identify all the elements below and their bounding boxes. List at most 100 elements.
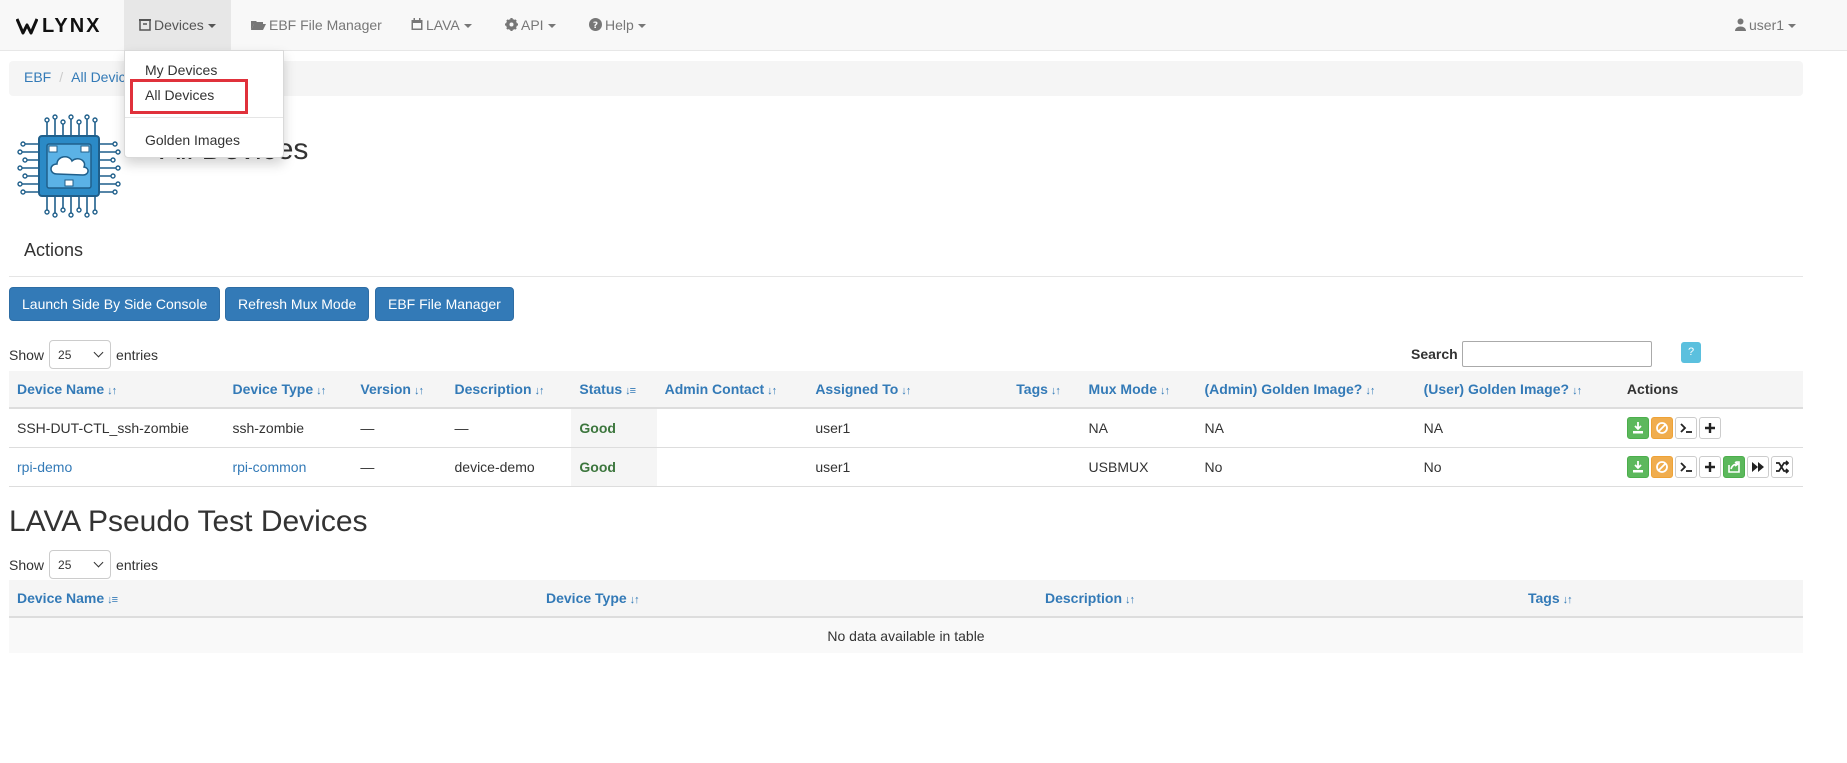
entries-label: entries	[116, 556, 159, 573]
lava-entries-select[interactable]: 25	[49, 550, 112, 579]
col-header-admin-golden-image[interactable]: (Admin) Golden Image? ↓↑	[1196, 371, 1415, 408]
user-name: user1	[1749, 17, 1785, 33]
chip-cloud-icon	[17, 114, 121, 218]
fast-forward-icon	[1751, 461, 1764, 472]
device-type-link[interactable]: rpi-common	[232, 459, 306, 475]
cell-mux-mode: USBMUX	[1088, 458, 1149, 475]
terminal-icon	[1680, 423, 1692, 433]
fast-forward-button[interactable]	[1746, 455, 1769, 478]
table-row: SSH-DUT-CTL_ssh-zombie ssh-zombie — — Go…	[9, 408, 1803, 447]
col-header-description[interactable]: Description ↓↑	[1037, 580, 1520, 617]
cell-device-type: ssh-zombie	[232, 419, 305, 436]
menu-divider	[125, 117, 283, 118]
cell-tags	[1008, 447, 1080, 486]
nav-user-menu[interactable]: user1	[1720, 0, 1811, 50]
empty-row: No data available in table	[9, 617, 1803, 653]
nav-devices-label: Devices	[154, 17, 204, 33]
entries-select[interactable]: 25	[49, 340, 112, 369]
menu-item-my-devices[interactable]: My Devices	[145, 62, 217, 78]
cell-assigned-to: user1	[815, 419, 851, 436]
table-header-row: Device Name ↓↑ Device Type ↓↑ Version ↓↑ De…	[9, 371, 1803, 408]
sort-icon: ↓↑	[107, 385, 117, 397]
cell-status: Good	[571, 408, 657, 447]
random-button[interactable]	[1770, 455, 1793, 478]
help-button[interactable]: ?	[1681, 342, 1701, 363]
share-icon	[1728, 460, 1740, 473]
gear-icon	[505, 18, 518, 31]
download-button[interactable]	[1626, 416, 1649, 439]
console-button[interactable]	[1674, 416, 1697, 439]
user-icon	[1735, 18, 1746, 31]
caret-down-icon	[463, 24, 472, 29]
sort-icon: ↓↑	[534, 385, 545, 397]
disable-button[interactable]	[1650, 416, 1673, 439]
cell-assigned-to: user1	[815, 458, 851, 475]
nav-devices[interactable]: Devices	[124, 0, 231, 50]
ebf-file-manager-button[interactable]: EBF File Manager	[375, 287, 514, 321]
col-header-user-golden-image[interactable]: (User) Golden Image? ↓↑	[1416, 371, 1619, 408]
brand-logo[interactable]: LYNX	[16, 14, 102, 38]
empty-table-message: No data available in table	[827, 627, 985, 644]
actions-heading: Actions	[24, 240, 84, 260]
menu-item-golden-images[interactable]: Golden Images	[145, 132, 240, 148]
breadcrumb-ebf[interactable]: EBF	[24, 69, 51, 85]
entries-length-control: Show 25 entries	[9, 340, 158, 369]
caret-down-icon	[547, 24, 556, 29]
col-header-tags[interactable]: Tags ↓↑	[1008, 371, 1080, 408]
chevron-down-icon	[93, 557, 104, 568]
cell-version: —	[360, 458, 375, 475]
table-header-row: Device Name ↓≡ Device Type ↓↑ Description ↓…	[9, 580, 1803, 617]
launch-side-by-side-console-button[interactable]: Launch Side By Side Console	[9, 287, 221, 321]
col-header-device-type[interactable]: Device Type ↓↑	[224, 371, 352, 408]
download-button[interactable]	[1626, 455, 1649, 478]
entries-select-value: 25	[58, 557, 72, 572]
devices-table: Device Name ↓↑ Device Type ↓↑ Version ↓↑ De…	[9, 371, 1803, 487]
nav-api[interactable]: API	[490, 0, 571, 50]
question-circle-icon: ?	[589, 18, 602, 31]
cell-admin-contact	[657, 408, 808, 447]
col-header-tags[interactable]: Tags ↓↑	[1520, 580, 1803, 617]
nav-lava[interactable]: LAVA	[396, 0, 487, 50]
table-row: rpi-demo rpi-common — device-demo Good u…	[9, 447, 1803, 486]
breadcrumb-all-devices[interactable]: All Devic	[71, 69, 125, 85]
nav-help-label: Help	[605, 17, 634, 33]
add-button[interactable]	[1698, 416, 1721, 439]
nav-ebf-file-manager[interactable]: EBF File Manager	[235, 0, 397, 50]
col-header-device-name[interactable]: Device Name ↓↑	[9, 371, 224, 408]
col-header-status[interactable]: Status ↓≡	[571, 371, 656, 408]
nav-help[interactable]: ? Help	[574, 0, 661, 50]
refresh-mux-mode-button[interactable]: Refresh Mux Mode	[225, 287, 370, 321]
cell-device-type: rpi-common	[224, 447, 352, 486]
col-header-device-type[interactable]: Device Type ↓↑	[538, 580, 1037, 617]
show-label: Show	[9, 556, 45, 573]
sort-icon: ↓↑	[629, 594, 640, 606]
brand-name: LYNX	[42, 14, 102, 37]
sort-icon: ↓↑	[1125, 594, 1135, 606]
col-header-description[interactable]: Description ↓↑	[447, 371, 572, 408]
search-input[interactable]	[1462, 341, 1652, 367]
show-label: Show	[9, 346, 45, 363]
sort-icon: ↓↑	[1160, 385, 1170, 397]
device-name-link[interactable]: rpi-demo	[17, 459, 72, 475]
cell-mux-mode: NA	[1088, 419, 1108, 436]
col-header-admin-contact[interactable]: Admin Contact ↓↑	[657, 371, 808, 408]
cell-actions	[1619, 408, 1803, 447]
col-header-mux-mode[interactable]: Mux Mode ↓↑	[1081, 371, 1197, 408]
cell-device-name: SSH-DUT-CTL_ssh-zombie	[17, 419, 189, 436]
caret-down-icon	[207, 24, 216, 29]
terminal-icon	[1680, 461, 1692, 472]
col-header-actions: Actions	[1626, 381, 1679, 397]
console-button[interactable]	[1674, 455, 1697, 478]
col-header-assigned-to[interactable]: Assigned To ↓↑	[807, 371, 1008, 408]
disable-button[interactable]	[1650, 455, 1673, 478]
add-button[interactable]	[1698, 455, 1721, 478]
lynx-logo-icon	[16, 18, 38, 35]
export-button[interactable]	[1722, 455, 1745, 478]
col-header-device-name[interactable]: Device Name ↓≡	[9, 580, 538, 617]
entries-label: entries	[116, 346, 159, 363]
sort-icon: ↓↑	[1365, 385, 1375, 397]
shuffle-icon	[1775, 459, 1789, 474]
nav-api-label: API	[521, 17, 544, 33]
col-header-version[interactable]: Version ↓↑	[352, 371, 446, 408]
cell-actions	[1619, 447, 1803, 486]
